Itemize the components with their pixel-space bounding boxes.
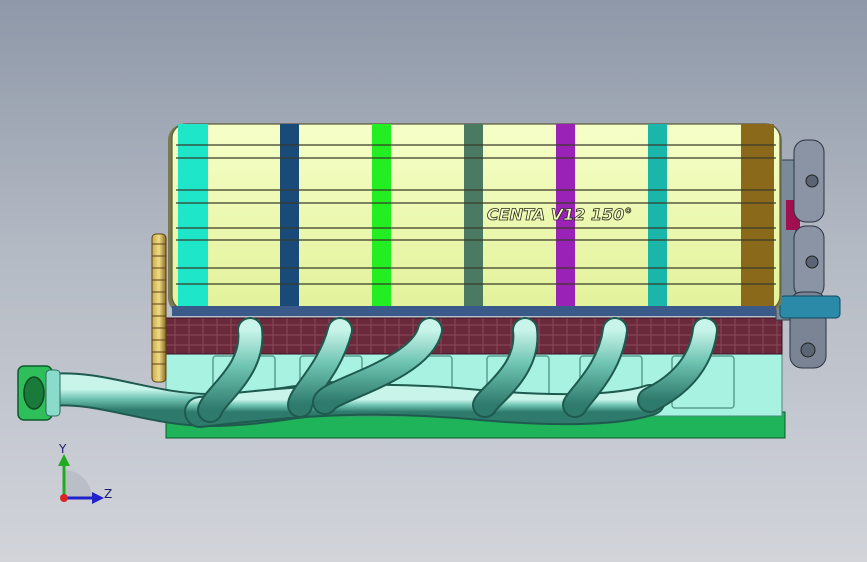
valve-cover-engraving: CENTA V12 150° <box>487 205 632 224</box>
z-axis-label: Z <box>104 487 113 501</box>
cad-viewport[interactable]: CENTA V12 150° Y Z <box>0 0 867 562</box>
cover-gasket <box>172 306 776 316</box>
coordinate-triad <box>58 454 104 504</box>
engine-assembly-model[interactable]: CENTA V12 150° <box>0 0 867 562</box>
front-accessory-drive[interactable] <box>775 139 841 369</box>
y-axis-label: Y <box>59 442 67 456</box>
triad-origin <box>60 494 68 502</box>
collector-flange[interactable] <box>17 365 61 421</box>
